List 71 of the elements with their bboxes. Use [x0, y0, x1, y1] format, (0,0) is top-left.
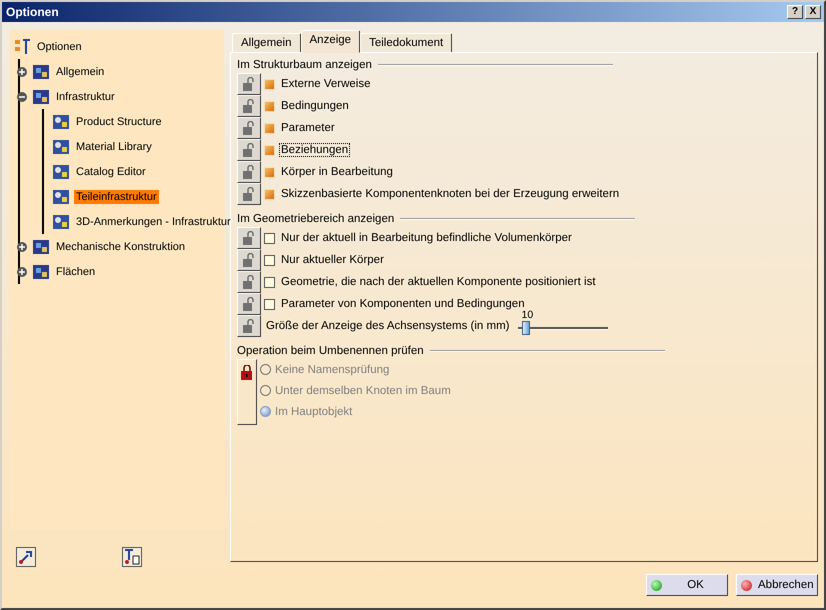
tab[interactable]: Anzeige [300, 30, 360, 53]
tree-item[interactable]: Flächen [54, 264, 98, 278]
padlock-icon [242, 297, 256, 311]
padlock-icon [242, 121, 256, 135]
checkbox-label: Nur der aktuell in Bearbeitung befindliche Volumenkörper [280, 231, 573, 245]
checkbox[interactable] [264, 232, 275, 244]
expand-icon[interactable] [16, 240, 28, 252]
lock-button[interactable] [237, 227, 261, 249]
tree-item[interactable]: Material Library [74, 140, 154, 154]
tree-item[interactable]: Mechanische Konstruktion [54, 240, 188, 254]
tool-icon[interactable] [122, 547, 142, 567]
ok-button[interactable]: OK [646, 574, 728, 596]
radio-label: Unter demselben Knoten im Baum [275, 384, 451, 396]
lock-button[interactable] [237, 293, 261, 315]
tab[interactable]: Allgemein [232, 33, 300, 53]
group-title: Im Strukturbaum anzeigen [237, 59, 372, 71]
tab[interactable]: Teiledokument [360, 33, 452, 53]
padlock-icon [242, 319, 256, 333]
close-button[interactable]: X [805, 5, 821, 19]
tree-root-icon [14, 38, 32, 56]
tree-item[interactable]: 3D-Anmerkungen - Infrastruktur [74, 214, 233, 228]
radio-label: Keine Namensprüfung [275, 364, 390, 376]
checkbox[interactable] [264, 276, 275, 288]
lock-button[interactable] [237, 315, 261, 337]
help-button[interactable]: ? [787, 5, 803, 19]
padlock-icon [242, 275, 256, 289]
cancel-button[interactable]: Abbrechen [736, 574, 818, 596]
slider-track[interactable] [518, 321, 608, 336]
expand-icon[interactable] [16, 66, 28, 78]
tree-item[interactable]: Product Structure [74, 114, 164, 128]
padlock-icon [242, 253, 256, 267]
lock-button[interactable] [237, 183, 261, 205]
checkbox-label: Externe Verweise [280, 77, 372, 91]
expand-icon[interactable] [16, 266, 28, 278]
checkbox-label: Parameter [280, 121, 336, 135]
tree-item[interactable]: Catalog Editor [74, 164, 148, 178]
padlock-icon [242, 99, 256, 113]
padlock-icon [242, 231, 256, 245]
lock-button[interactable] [237, 271, 261, 293]
checkbox-label: Körper in Bearbeitung [280, 165, 394, 179]
checkbox-label: Beziehungen [279, 143, 350, 157]
checkbox-label: Geometrie, die nach der aktuellen Komponente positioniert ist [280, 275, 597, 289]
group-title: Im Geometriebereich anzeigen [237, 213, 394, 225]
lock-button[interactable] [237, 161, 261, 183]
lock-button[interactable] [237, 249, 261, 271]
padlock-icon [242, 187, 256, 201]
padlock-icon [242, 77, 256, 91]
collapse-icon[interactable] [16, 90, 28, 102]
checkbox[interactable] [264, 298, 275, 310]
tree-item[interactable]: Teileinfrastruktur [74, 190, 159, 204]
slider-thumb[interactable] [522, 321, 530, 335]
checkbox-label: Nur aktueller Körper [280, 253, 385, 267]
lock-button[interactable] [237, 139, 261, 161]
slider-value: 10 [522, 309, 534, 321]
tree-item[interactable]: Optionen [35, 40, 84, 54]
group-title: Operation beim Umbenennen prüfen [237, 345, 424, 357]
padlock-icon [242, 165, 256, 179]
checkbox[interactable] [264, 254, 275, 266]
lock-button[interactable] [237, 73, 261, 95]
lock-button[interactable] [237, 117, 261, 139]
radio-label: Im Hauptobjekt [275, 406, 352, 418]
lock-button[interactable] [237, 95, 261, 117]
tool-icon[interactable] [16, 547, 36, 567]
window-title: Optionen [6, 5, 59, 19]
slider-label: Größe der Anzeige des Achsensystems (in mm) [265, 319, 511, 333]
checkbox-label: Skizzenbasierte Komponentenknoten bei der Erzeugung erweitern [280, 187, 620, 201]
tree-item[interactable]: Allgemein [54, 64, 106, 78]
padlock-icon [242, 143, 256, 157]
checkbox-label: Parameter von Komponenten und Bedingungen [280, 297, 526, 310]
tree-item[interactable]: Infrastruktur [54, 90, 117, 104]
checkbox-label: Bedingungen [280, 99, 350, 113]
